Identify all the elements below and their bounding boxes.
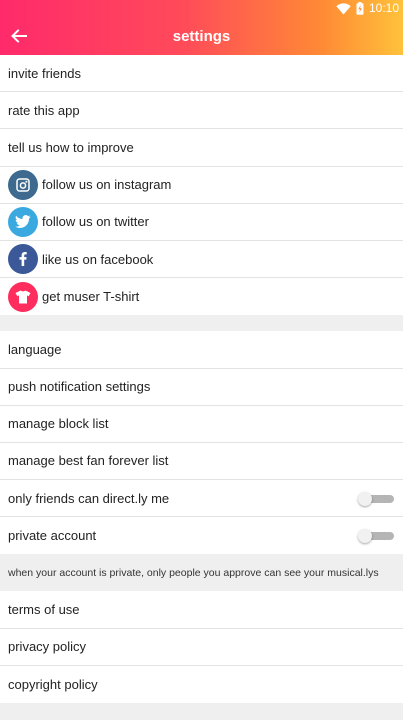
- item-label: privacy policy: [8, 639, 87, 655]
- toggle-knob: [358, 492, 372, 507]
- settings-list: invite friends rate this app tell us how…: [0, 55, 403, 703]
- best-fan-list-item[interactable]: manage best fan forever list: [0, 443, 403, 481]
- item-label: private account: [8, 528, 97, 544]
- private-account-note: when your account is private, only peopl…: [0, 554, 403, 592]
- invite-friends-item[interactable]: invite friends: [0, 55, 403, 93]
- item-label: push notification settings: [8, 379, 151, 395]
- rate-app-item[interactable]: rate this app: [0, 92, 403, 130]
- item-label: tell us how to improve: [8, 139, 134, 155]
- battery-charging-icon: [356, 2, 364, 15]
- block-list-item[interactable]: manage block list: [0, 406, 403, 443]
- private-account-toggle[interactable]: [358, 529, 394, 544]
- wifi-icon: [336, 2, 351, 14]
- instagram-icon: [8, 169, 38, 200]
- direct-message-toggle[interactable]: [358, 492, 394, 507]
- direct-message-setting: only friends can direct.ly me: [0, 480, 403, 518]
- page-title: settings: [172, 28, 231, 45]
- section-divider: [0, 315, 403, 332]
- item-label: manage block list: [8, 416, 109, 432]
- toggle-knob: [358, 529, 372, 544]
- item-label: like us on facebook: [42, 251, 154, 267]
- copyright-policy-item[interactable]: copyright policy: [0, 666, 403, 703]
- legal-section: terms of use privacy policy copyright po…: [0, 591, 403, 703]
- item-label: invite friends: [8, 65, 81, 81]
- improve-feedback-item[interactable]: tell us how to improve: [0, 129, 403, 167]
- language-item[interactable]: language: [0, 331, 403, 369]
- status-time: 10:10: [368, 1, 399, 15]
- item-label: language: [8, 341, 62, 357]
- item-label: follow us on instagram: [42, 177, 172, 193]
- status-bar: 10:10: [0, 0, 403, 17]
- tshirt-item[interactable]: get muser T-shirt: [0, 278, 403, 315]
- facebook-item[interactable]: like us on facebook: [0, 241, 403, 279]
- item-label: manage best fan forever list: [8, 453, 169, 469]
- push-notification-item[interactable]: push notification settings: [0, 369, 403, 406]
- app-header: 10:10 settings: [0, 0, 403, 55]
- item-label: rate this app: [8, 102, 80, 118]
- item-label: terms of use: [8, 602, 80, 618]
- instagram-item[interactable]: follow us on instagram: [0, 167, 403, 204]
- private-account-setting: private account: [0, 517, 403, 554]
- tshirt-icon: [8, 281, 38, 312]
- twitter-icon: [8, 206, 38, 237]
- social-section: invite friends rate this app tell us how…: [0, 55, 403, 316]
- item-label: follow us on twitter: [42, 214, 149, 230]
- twitter-item[interactable]: follow us on twitter: [0, 204, 403, 241]
- item-label: get muser T-shirt: [42, 289, 140, 305]
- preferences-section: language push notification settings mana…: [0, 331, 403, 555]
- item-label: copyright policy: [8, 676, 98, 692]
- item-label: only friends can direct.ly me: [8, 490, 170, 506]
- facebook-icon: [8, 244, 38, 275]
- terms-of-use-item[interactable]: terms of use: [0, 591, 403, 629]
- privacy-policy-item[interactable]: privacy policy: [0, 629, 403, 666]
